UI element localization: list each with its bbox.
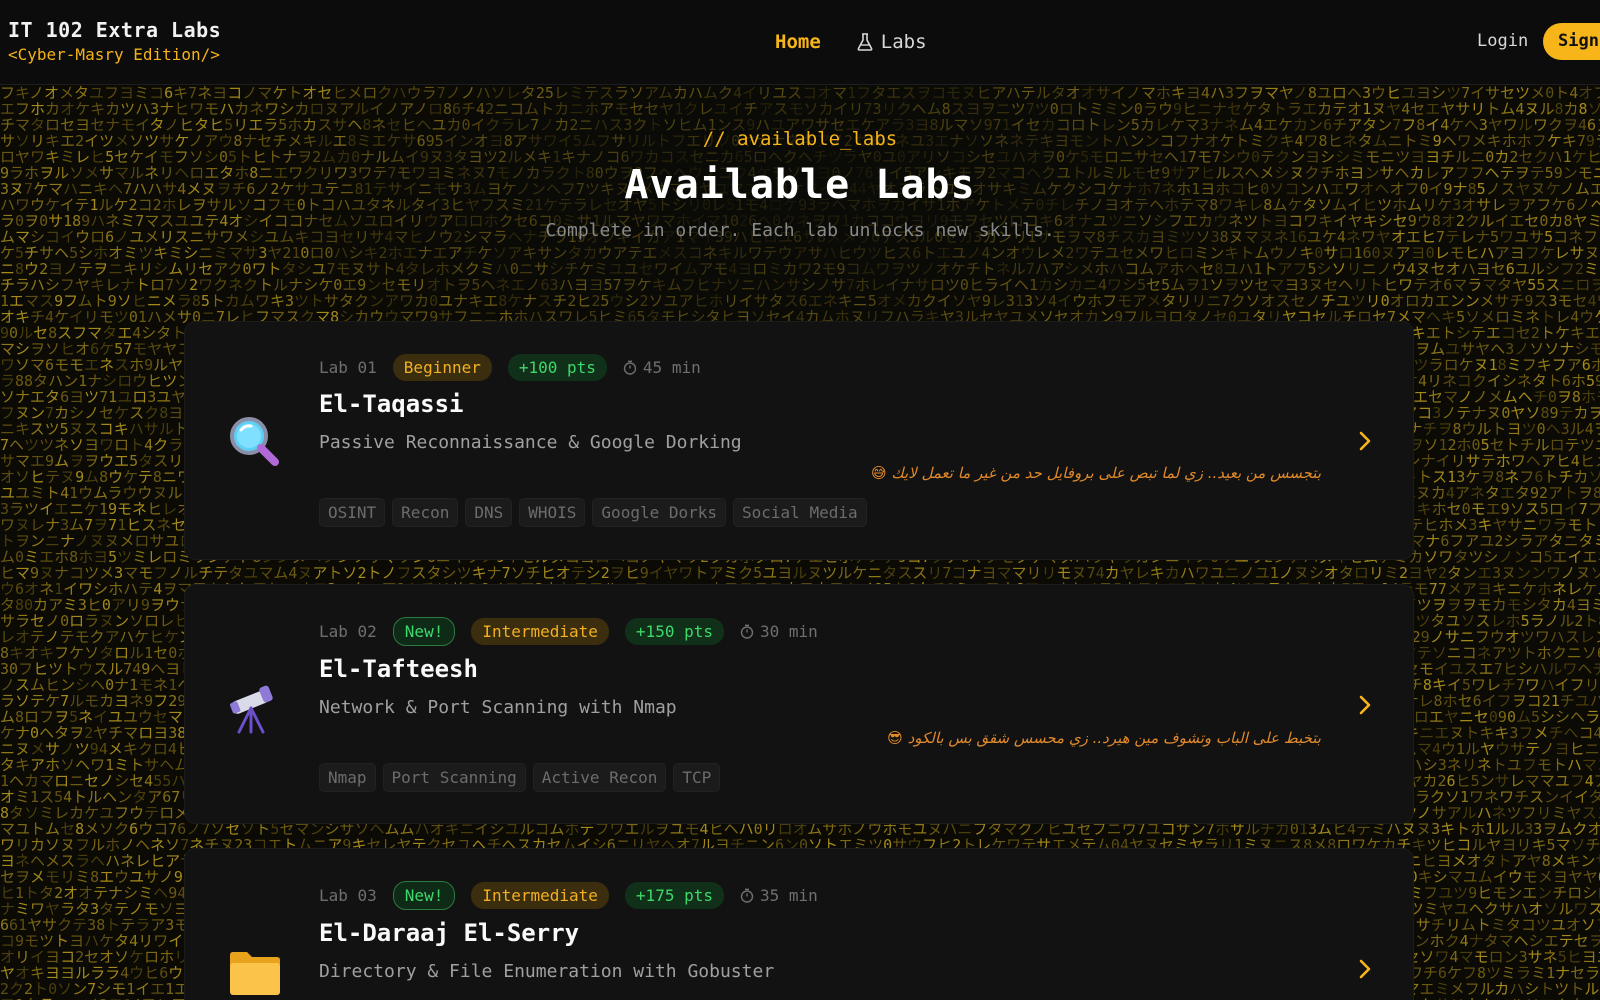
matrix-row: チラハシフヤキレナトロ7ソ2ワクネクトルナシケ0エ9ンセモリオトヲ5ヘネエノ63… (0, 276, 1600, 294)
lab-title: El-Daraaj El-Serry (319, 919, 580, 947)
login-link[interactable]: Login (1477, 31, 1528, 51)
duration: 30 min (740, 622, 818, 641)
lab-subtitle: Directory & File Enumeration with Gobust… (319, 961, 775, 982)
folder-icon (230, 952, 280, 995)
lab-number: Lab 03 (319, 886, 377, 905)
tag: TCP (673, 763, 721, 792)
lab-card-03[interactable]: Lab 03 New! Intermediate +175 pts 35 min… (184, 848, 1414, 1000)
lab-number: Lab 01 (319, 358, 377, 377)
tag: OSINT (319, 498, 386, 527)
tag: Active Recon (532, 763, 667, 792)
points-badge: +150 pts (624, 618, 724, 645)
hero-section: // available_labs Available Labs Complet… (0, 128, 1600, 241)
level-badge: Beginner (392, 354, 492, 381)
stopwatch-icon (740, 888, 754, 903)
lab-title: El-Tafteesh (319, 655, 478, 683)
duration: 45 min (623, 358, 701, 377)
lab-meta-row: Lab 01 Beginner +100 pts 45 min (319, 354, 701, 381)
stopwatch-icon (623, 360, 637, 375)
level-badge: Intermediate (471, 618, 609, 645)
signup-button[interactable]: Sign (1543, 23, 1600, 60)
nav-links: Home Labs (775, 31, 927, 53)
duration: 35 min (740, 886, 818, 905)
lab-tags: Nmap Port Scanning Active Recon TCP (319, 763, 721, 792)
nav-labs-link[interactable]: Labs (857, 31, 927, 53)
brand[interactable]: IT 102 Extra Labs <Cyber-Masry Edition/> (8, 18, 221, 64)
duration-label: 45 min (642, 358, 701, 377)
top-navbar: IT 102 Extra Labs <Cyber-Masry Edition/>… (0, 0, 1600, 85)
duration-label: 30 min (759, 622, 818, 641)
lab-subtitle: Network & Port Scanning with Nmap (319, 697, 677, 718)
tag: Social Media (733, 498, 867, 527)
new-badge: New! (392, 881, 456, 910)
chevron-right-icon[interactable] (1357, 695, 1373, 715)
tag: Recon (392, 498, 459, 527)
matrix-row: 1エマス9フムト9ソヒニメラ85トカムワキ3ツトサタクンアワカ0ユナキエ8ケナス… (0, 292, 1600, 310)
chevron-right-icon[interactable] (1357, 431, 1373, 451)
lab-note: بتخبط على الباب وتشوف مين هيرد.. زي محسس… (887, 729, 1321, 747)
magnifier-icon (230, 417, 279, 466)
duration-label: 35 min (759, 886, 818, 905)
brand-subtitle: <Cyber-Masry Edition/> (8, 45, 220, 64)
lab-number: Lab 02 (319, 622, 377, 641)
lab-meta-row: Lab 03 New! Intermediate +175 pts 35 min (319, 881, 818, 910)
lab-meta-row: Lab 02 New! Intermediate +150 pts 30 min (319, 617, 818, 646)
matrix-row: ケ5チサヘ5シホオミツキミシニミマサ3ヤ210ロ0ハシキ2ホエナエアチケソアキサ… (0, 244, 1600, 262)
page-subtitle: Complete in order. Each lab unlocks new … (545, 220, 1055, 241)
points-badge: +175 pts (624, 882, 724, 909)
new-badge: New! (392, 617, 456, 646)
stopwatch-icon (740, 624, 754, 639)
matrix-row: エフホカオケキカツハ3ナヒワモハカネワシカロヌアルイノアノロ86チ42ニコムトカ… (0, 100, 1600, 118)
tag: DNS (465, 498, 513, 527)
flask-icon (857, 33, 873, 51)
nav-labs-label: Labs (880, 31, 927, 53)
lab-subtitle: Passive Reconnaissance & Google Dorking (319, 432, 742, 453)
points-badge: +100 pts (507, 354, 607, 381)
matrix-row: フキノオメタユフヨミコ6キ7ネヨコノマケトオセヒメロクハウラ7ノノハソレタ25レ… (0, 85, 1600, 102)
chevron-right-icon[interactable] (1357, 959, 1373, 979)
page-title: Available Labs (624, 162, 976, 208)
lab-title: El-Taqassi (319, 390, 464, 418)
lab-card-02[interactable]: Lab 02 New! Intermediate +150 pts 30 min… (184, 584, 1414, 824)
brand-title: IT 102 Extra Labs (8, 18, 222, 42)
hero-kicker: // available_labs (702, 128, 898, 150)
lab-card-01[interactable]: Lab 01 Beginner +100 pts 45 min El-Taqas… (184, 321, 1414, 560)
tag: Port Scanning (382, 763, 526, 792)
tag: WHOIS (519, 498, 586, 527)
matrix-row: ヒマ9ヌナコツメ3マモフノルチテタユマム4ヌアトソ2トノフスタシツキナ7ソチヒオ… (0, 564, 1600, 582)
tag: Google Dorks (592, 498, 727, 527)
level-badge: Intermediate (471, 882, 609, 909)
telescope-icon (230, 685, 273, 734)
matrix-row: ニ8ウ2ヨノテヲニキリシムリセアク0ワトタシユ7モヌサト4タレホメクミハ0ニサシ… (0, 260, 1600, 278)
lab-note: بتجسس من بعيد.. زي لما تبص على بروفايل ح… (870, 464, 1321, 482)
nav-home-link[interactable]: Home (775, 31, 821, 53)
tag: Nmap (319, 763, 376, 792)
lab-tags: OSINT Recon DNS WHOIS Google Dorks Socia… (319, 498, 867, 527)
